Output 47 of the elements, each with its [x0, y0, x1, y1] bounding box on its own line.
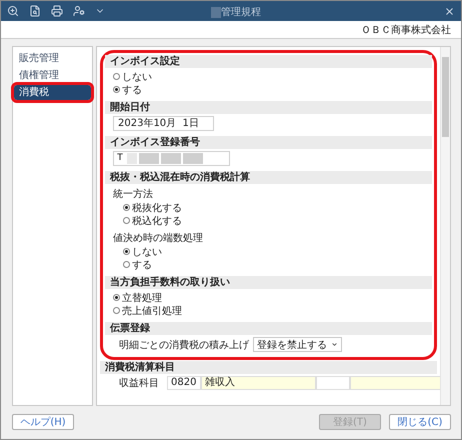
field-label: 明細ごとの消費税の積み上げ — [119, 338, 249, 352]
window-title: 管理規程 — [211, 5, 261, 19]
input-field[interactable] — [316, 376, 350, 390]
radio-button[interactable] — [123, 217, 130, 224]
dialog-button[interactable]: 閉じる(C) — [389, 414, 451, 430]
account-name-field: 雑収入 — [201, 376, 316, 390]
radio-option[interactable]: しない — [113, 70, 152, 83]
sidebar-item[interactable]: 消費税 — [14, 85, 91, 100]
radio-button[interactable] — [123, 248, 130, 255]
printer-icon[interactable] — [51, 5, 63, 17]
sidebar-item[interactable]: 販売管理 — [14, 51, 91, 66]
section-header: インボイス設定 — [105, 55, 432, 68]
radio-button[interactable] — [123, 204, 130, 211]
dropdown[interactable]: 登録を禁止する — [253, 337, 342, 352]
group-label: 統一方法 — [113, 188, 153, 201]
caret-icon — [331, 341, 338, 348]
group-label: 値決め時の端数処理 — [113, 232, 203, 245]
radio-option[interactable]: 立替処理 — [113, 291, 162, 304]
section-header: 伝票登録 — [105, 322, 432, 335]
user-gear-icon[interactable] — [73, 5, 85, 17]
radio-option[interactable]: する — [123, 258, 152, 271]
registration-number-field[interactable]: T — [113, 151, 230, 166]
radio-button[interactable] — [113, 73, 120, 80]
radio-option[interactable]: 税込化する — [123, 214, 182, 227]
field-label: 収益科目 — [118, 376, 160, 390]
section-header: 開始日付 — [105, 101, 432, 114]
section-header: 消費税清算科目 — [100, 361, 437, 374]
date-field[interactable]: 2023年10月 1日 — [113, 116, 214, 131]
radio-option[interactable]: 売上値引処理 — [113, 304, 182, 317]
zoom-in-icon[interactable] — [7, 5, 19, 17]
radio-option[interactable]: しない — [123, 245, 162, 258]
section-header: インボイス登録番号 — [105, 136, 432, 149]
page-search-icon[interactable] — [29, 5, 41, 17]
account-code-field[interactable]: 0820 — [167, 376, 201, 390]
radio-button[interactable] — [123, 261, 130, 268]
radio-option[interactable]: する — [113, 83, 142, 96]
radio-option[interactable]: 税抜化する — [123, 201, 182, 214]
section-header: 当方負担手数料の取り扱い — [105, 276, 432, 289]
sidebar-item[interactable]: 債権管理 — [14, 68, 91, 83]
dialog-button[interactable]: ヘルプ(H) — [12, 414, 74, 430]
radio-button[interactable] — [113, 307, 120, 314]
scrollbar[interactable] — [440, 47, 450, 405]
radio-button[interactable] — [113, 86, 120, 93]
section-header: 税抜・税込混在時の消費税計算 — [105, 171, 432, 184]
company-name: ＯＢＣ商事株式会社 — [361, 24, 451, 36]
radio-button[interactable] — [113, 294, 120, 301]
close-icon[interactable] — [444, 6, 455, 16]
